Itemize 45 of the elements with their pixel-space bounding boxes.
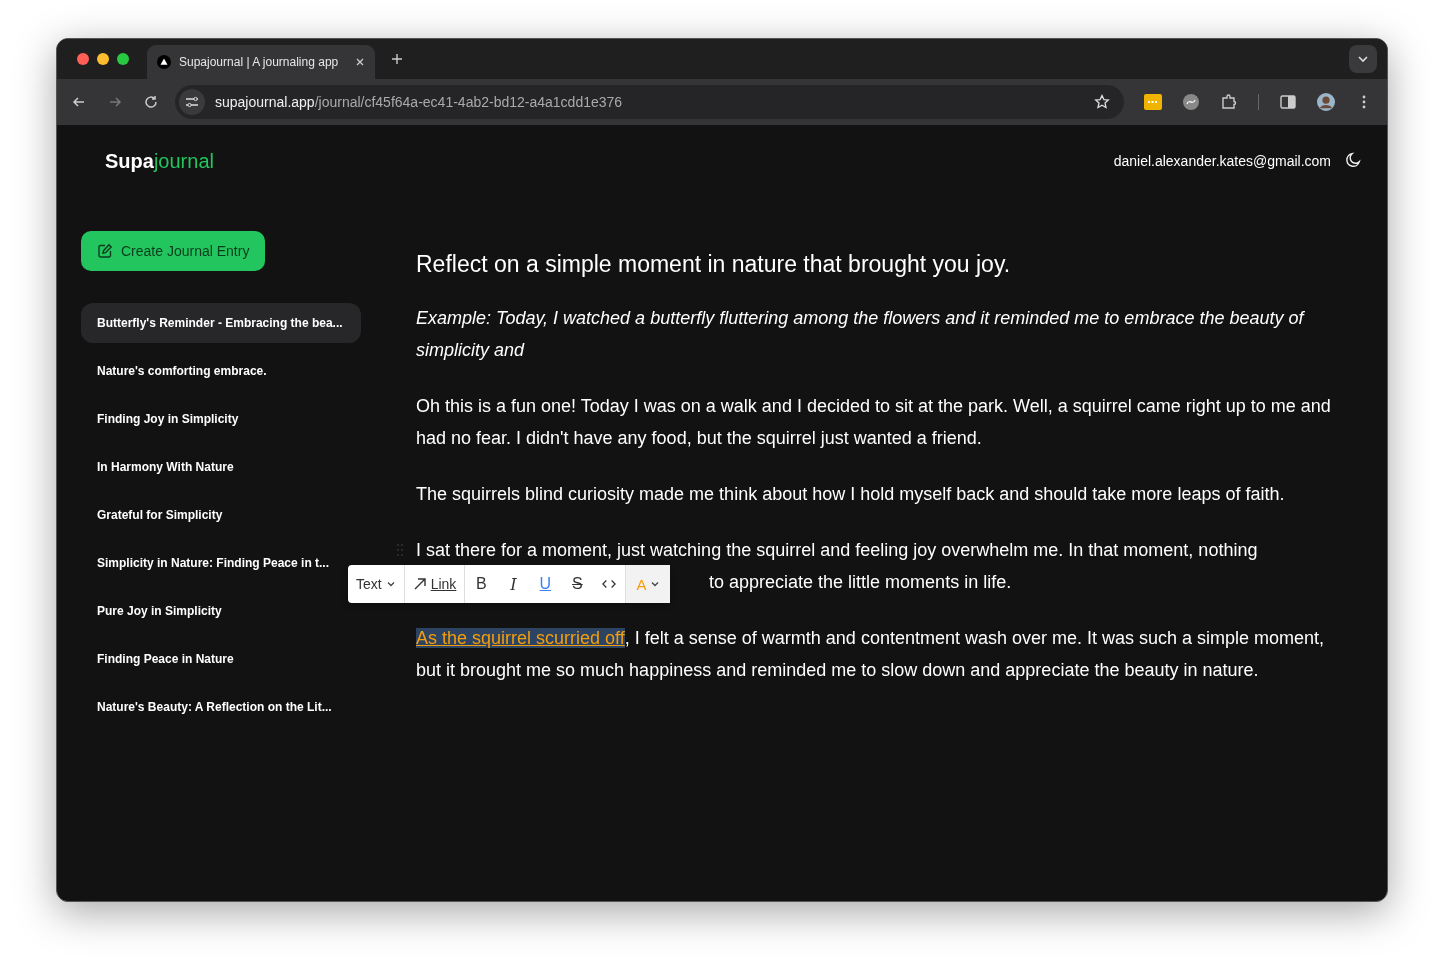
chevron-down-icon [385, 579, 396, 589]
bookmark-star-icon[interactable] [1094, 94, 1110, 110]
strike-button[interactable]: S [561, 565, 594, 603]
minimize-window-icon[interactable] [97, 53, 109, 65]
new-tab-icon[interactable] [391, 53, 403, 65]
example-text: Example: Today, I watched a butterfly fluttering among the flowers and it reminded me to embrace the beauty of simplicity and [416, 307, 1306, 362]
journal-entry-item[interactable]: In Harmony With Nature [81, 447, 361, 487]
entry-paragraph: I sat there for a moment, just watching the squirrel and feeling joy overwhelm me. In that moment, nothing [416, 539, 1259, 562]
extension-icon[interactable] [1182, 93, 1200, 111]
address-bar[interactable]: supajournal.app/journal/cf45f64a-ec41-4ab2-bd12-a4a1cdd1e376 [175, 85, 1124, 119]
close-icon[interactable] [355, 57, 365, 67]
entry-paragraph: As the squirrel scurried off, I felt a sense of warmth and contentment wash over me. It was such a simple moment, but it brought me so much happiness and reminded me to slow down and appreciate the beauty in nature. [416, 627, 1326, 682]
entry-paragraph: The squirrels blind curiosity made me think about how I hold myself back and should take more leaps of faith. [416, 483, 1286, 506]
entry-paragraph: to appreciate the little moments in life. [709, 571, 1012, 594]
arrow-icon [412, 577, 427, 591]
profile-avatar-icon[interactable] [1317, 93, 1335, 111]
link-button[interactable]: Link [404, 565, 465, 603]
journal-entry-item[interactable]: Grateful for Simplicity [81, 495, 361, 535]
browser-tab[interactable]: Supajournal | A journaling app [147, 45, 375, 79]
reload-icon[interactable] [143, 94, 159, 110]
site-settings-icon[interactable] [179, 89, 205, 115]
create-entry-button[interactable]: Create Journal Entry [81, 231, 266, 271]
bold-button[interactable]: B [465, 565, 498, 603]
italic-button[interactable]: I [497, 565, 530, 603]
tab-search-icon[interactable] [1349, 45, 1377, 73]
prompt-heading: Reflect on a simple moment in nature that brought you joy. [416, 251, 1012, 278]
maximize-window-icon[interactable] [117, 53, 129, 65]
app-logo[interactable]: Supajournal [105, 149, 214, 173]
extension-icon[interactable] [1144, 93, 1162, 111]
underline-button[interactable]: U [529, 565, 562, 603]
drag-handle-icon[interactable] [396, 543, 404, 557]
journal-entry-item[interactable]: Butterfly's Reminder - Embracing the bea... [81, 303, 361, 343]
journal-entry-item[interactable]: Nature's Beauty: A Reflection on the Lit... [81, 687, 361, 727]
code-icon [602, 577, 617, 591]
entry-paragraph: Oh this is a fun one! Today I was on a walk and I decided to sit at the park. Well, a squirrel came right up to me and had no fear. I didn't have any food, but the squirrel just wanted a friend. [416, 395, 1332, 450]
journal-entry-item[interactable]: Finding Joy in Simplicity [81, 399, 361, 439]
puzzle-icon[interactable] [1220, 93, 1238, 111]
user-email: daniel.alexander.kates@gmail.com [1113, 153, 1331, 169]
side-panel-icon[interactable] [1279, 93, 1297, 111]
journal-entry-item[interactable]: Nature's comforting embrace. [81, 351, 361, 391]
moon-icon[interactable] [1343, 152, 1361, 170]
edit-icon [97, 243, 113, 259]
close-window-icon[interactable] [77, 53, 89, 65]
chevron-down-icon [650, 579, 661, 589]
journal-entry-item[interactable]: Finding Peace in Nature [81, 639, 361, 679]
